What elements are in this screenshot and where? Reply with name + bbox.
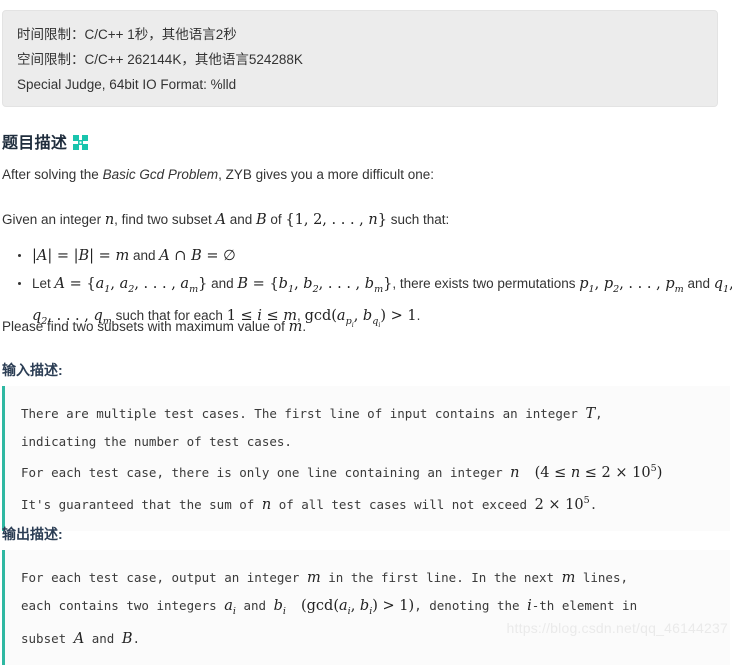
code-line: For each test case, output an integer m … — [21, 570, 628, 586]
closing-paragraph: Please find two subsets with maximum val… — [2, 319, 307, 335]
judge-info-text: Special Judge, 64bit IO Format: %lld — [17, 77, 237, 92]
code-line: For each test case, there is only one li… — [21, 463, 663, 481]
list-item: |A| = |B| = m and A ∩ B = ∅ — [18, 243, 732, 269]
memory-limit-text: 空间限制：C/C++ 262144K，其他语言524288K — [17, 52, 303, 67]
code-line: It's guaranteed that the sum of n of all… — [21, 494, 598, 513]
code-line: There are multiple test cases. The first… — [21, 406, 603, 422]
description-heading-label: 题目描述 — [2, 135, 68, 152]
intro-paragraph-wrap: After solving the Basic Gcd Problem, ZYB… — [2, 164, 728, 186]
watermark: https://blog.csdn.net/qq_46144237 — [506, 620, 728, 636]
intro-text-after: , ZYB gives you a more difficult one: — [218, 167, 434, 182]
output-description-heading: 输出描述: — [2, 526, 63, 542]
given-paragraph: Given an integer n, find two subset A an… — [2, 212, 450, 228]
code-line: indicating the number of test cases. — [21, 434, 292, 449]
problem-statement-page: 时间限制：C/C++ 1秒，其他语言2秒 空间限制：C/C++ 262144K，… — [0, 0, 732, 665]
given-paragraph-wrap: Given an integer n, find two subset A an… — [2, 209, 728, 231]
intro-paragraph: After solving the Basic Gcd Problem, ZYB… — [2, 164, 728, 186]
intro-text-before: After solving the — [2, 167, 103, 182]
time-limit-text: 时间限制：C/C++ 1秒，其他语言2秒 — [17, 27, 237, 42]
intro-problem-title: Basic Gcd Problem — [102, 167, 219, 182]
description-heading: 题目描述 — [2, 129, 89, 153]
output-description-block: For each test case, output an integer m … — [2, 550, 730, 665]
input-description-heading: 输入描述: — [2, 362, 63, 378]
input-description-block: There are multiple test cases. The first… — [2, 386, 730, 531]
closing-paragraph-wrap: Please find two subsets with maximum val… — [2, 316, 728, 338]
tiles-icon[interactable] — [73, 134, 89, 150]
limits-panel: 时间限制：C/C++ 1秒，其他语言2秒 空间限制：C/C++ 262144K，… — [2, 10, 718, 107]
